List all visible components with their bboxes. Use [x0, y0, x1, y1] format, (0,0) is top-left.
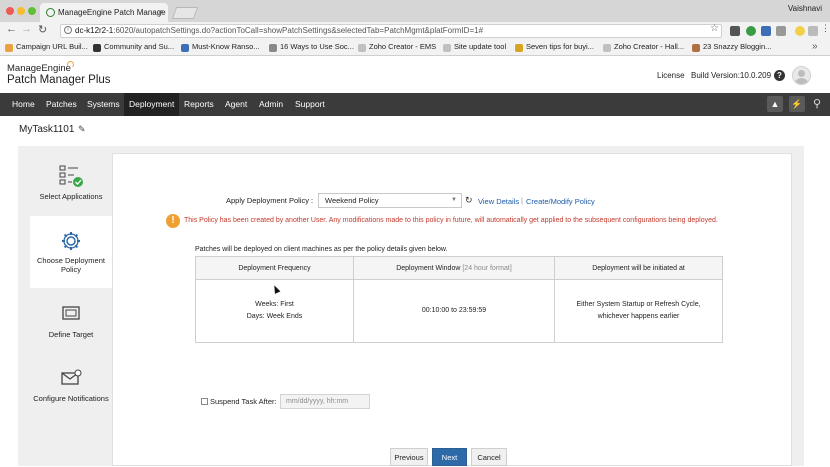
- url-host: dc-k12r2-1: [75, 26, 114, 35]
- step-label: Choose Deployment Policy: [37, 256, 105, 274]
- step-label: Select Applications: [39, 192, 103, 201]
- build-version: Build Version:10.0.209: [691, 71, 772, 80]
- link-separator: |: [521, 196, 523, 205]
- step-label: Define Target: [48, 330, 94, 339]
- main-menu: Home Patches Systems Deployment Reports …: [0, 93, 830, 116]
- initiated-at-cell: Either System Startup or Refresh Cycle, …: [554, 279, 723, 343]
- info-icon: i: [64, 26, 72, 34]
- close-tab-icon[interactable]: ×: [158, 3, 163, 22]
- extension-green-icon[interactable]: [746, 26, 756, 36]
- search-icon[interactable]: ⚲: [810, 96, 824, 112]
- suspend-task-label: Suspend Task After:: [210, 397, 277, 406]
- forward-arrow-icon[interactable]: →: [21, 23, 32, 35]
- extension-yellow-icon[interactable]: [795, 26, 805, 36]
- header-window-format: [24 hour format]: [462, 264, 512, 272]
- edit-pencil-icon[interactable]: ✎: [78, 124, 86, 135]
- header-window-text: Deployment Window: [396, 264, 461, 272]
- header-deployment-window: Deployment Window [24 hour format]: [353, 256, 555, 280]
- suspend-date-input[interactable]: mm/dd/yyyy, hh:mm: [280, 394, 370, 409]
- bookmark-star-icon[interactable]: ☆: [710, 23, 719, 34]
- bookmark-item[interactable]: Zoho Creator - EMS: [358, 42, 436, 52]
- bookmark-item[interactable]: 23 Snazzy Bloggin...: [692, 42, 771, 52]
- bookmark-item[interactable]: Seven tips for buyi...: [515, 42, 594, 52]
- logo-arc-icon: [67, 61, 74, 68]
- extension-grey-icon[interactable]: [776, 26, 786, 36]
- menu-deployment[interactable]: Deployment: [124, 93, 180, 116]
- checkbox-icon[interactable]: [201, 398, 208, 405]
- header-initiated-at: Deployment will be initiated at: [554, 256, 723, 280]
- rocket-icon[interactable]: ▲: [767, 96, 783, 112]
- step-configure-notifications[interactable]: Configure Notifications: [30, 366, 112, 426]
- bookmark-item[interactable]: Community and Su...: [93, 42, 174, 52]
- browser-tab-bar: ManageEngine Patch Manage × Vaishnavi: [0, 0, 830, 22]
- menu-admin[interactable]: Admin: [254, 93, 288, 116]
- menu-reports[interactable]: Reports: [179, 93, 219, 116]
- address-toolbar: ← → ↻ i dc-k12r2-1:6020/autopatchSetting…: [0, 22, 830, 40]
- browser-user[interactable]: Vaishnavi: [788, 4, 822, 13]
- warning-icon: !: [166, 214, 180, 228]
- bookmark-item[interactable]: Site update tool: [443, 42, 506, 52]
- logo-product: Patch Manager Plus: [7, 74, 111, 86]
- license-link[interactable]: License: [657, 71, 685, 80]
- step-label: Configure Notifications: [33, 394, 109, 403]
- logo-brand: ManageEngine: [7, 63, 71, 74]
- deployment-details-table: Deployment Frequency Deployment Window […: [195, 256, 723, 343]
- menu-support[interactable]: Support: [290, 93, 330, 116]
- step-choose-deployment-policy[interactable]: Choose Deployment Policy: [30, 216, 112, 288]
- bookmark-item[interactable]: Must-Know Ranso...: [181, 42, 260, 52]
- policy-select-value: Weekend Policy: [325, 196, 379, 205]
- step-select-applications[interactable]: Select Applications: [30, 158, 112, 218]
- tab-title: ManageEngine Patch Manage: [58, 8, 166, 17]
- deployment-window-cell: 00:10:00 to 23:59:59: [353, 279, 555, 343]
- bookmark-item[interactable]: Campaign URL Buil...: [5, 42, 88, 52]
- menu-patches[interactable]: Patches: [41, 93, 82, 116]
- browser-menu-icon[interactable]: ⋮: [821, 23, 830, 34]
- view-details-link[interactable]: View Details: [478, 197, 519, 206]
- extension-icon[interactable]: [730, 26, 740, 36]
- menu-systems[interactable]: Systems: [82, 93, 125, 116]
- cancel-button[interactable]: Cancel: [471, 448, 507, 466]
- header-deployment-frequency: Deployment Frequency: [195, 256, 354, 280]
- bookmark-item[interactable]: Zoho Creator - Hall...: [603, 42, 684, 52]
- lightning-icon[interactable]: ⚡: [789, 96, 805, 112]
- suspend-task-checkbox[interactable]: Suspend Task After:: [201, 397, 277, 406]
- policy-select[interactable]: Weekend Policy ▼: [318, 193, 462, 208]
- shield-icon: [46, 8, 55, 17]
- extension-blue-icon[interactable]: [761, 26, 771, 36]
- reload-icon[interactable]: ↻: [38, 23, 47, 36]
- chevron-down-icon: ▼: [451, 197, 457, 203]
- monitor-icon: [62, 306, 80, 320]
- bookmark-item[interactable]: 16 Ways to Use Soc...: [269, 42, 354, 52]
- envelope-icon: [61, 369, 82, 385]
- url-input[interactable]: i dc-k12r2-1:6020/autopatchSettings.do?a…: [60, 24, 722, 38]
- avatar[interactable]: [792, 66, 811, 85]
- new-tab-button[interactable]: [171, 7, 199, 19]
- task-title: MyTask1101: [19, 124, 75, 135]
- checklist-icon: [59, 165, 83, 187]
- policy-warning-text: This Policy has been created by another …: [184, 217, 718, 224]
- apply-policy-label: Apply Deployment Policy :: [226, 196, 314, 205]
- maximize-window-icon[interactable]: [28, 7, 36, 15]
- back-arrow-icon[interactable]: ←: [6, 23, 17, 35]
- refresh-icon[interactable]: ↻: [465, 195, 473, 206]
- next-button[interactable]: Next: [432, 448, 467, 466]
- step-define-target[interactable]: Define Target: [30, 300, 112, 360]
- frequency-weeks: Weeks: First: [255, 301, 294, 308]
- bookmarks-overflow-icon[interactable]: »: [812, 41, 818, 52]
- extension-square-icon[interactable]: [808, 26, 818, 36]
- help-icon[interactable]: ?: [774, 70, 785, 81]
- menu-home[interactable]: Home: [7, 93, 40, 116]
- gear-icon: [62, 232, 80, 250]
- browser-tab[interactable]: ManageEngine Patch Manage ×: [40, 3, 168, 22]
- minimize-window-icon[interactable]: [17, 7, 25, 15]
- menu-agent[interactable]: Agent: [220, 93, 252, 116]
- create-modify-policy-link[interactable]: Create/Modify Policy: [526, 197, 595, 206]
- previous-button[interactable]: Previous: [390, 448, 428, 466]
- url-path: :6020/autopatchSettings.do?actionToCall=…: [113, 26, 484, 35]
- policy-info-text: Patches will be deployed on client machi…: [195, 246, 448, 253]
- frequency-days: Days: Week Ends: [246, 313, 303, 320]
- close-window-icon[interactable]: [6, 7, 14, 15]
